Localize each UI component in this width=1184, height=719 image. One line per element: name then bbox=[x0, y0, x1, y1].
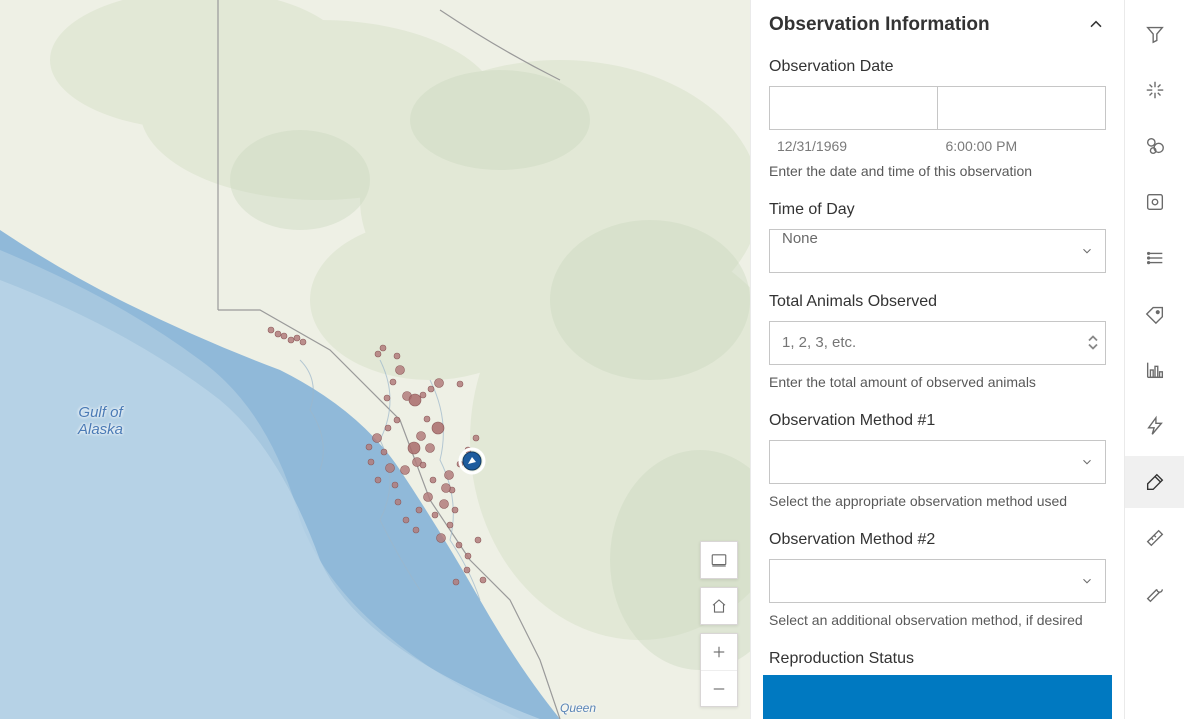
helper-total-animals: Enter the total amount of observed anima… bbox=[769, 373, 1106, 392]
label-repro-status: Reproduction Status bbox=[769, 650, 1106, 667]
field-method-2: Observation Method #2 Select an addition… bbox=[769, 531, 1106, 630]
zoom-in-button[interactable] bbox=[701, 634, 737, 670]
rail-detail-button[interactable] bbox=[1125, 176, 1184, 228]
section-header-observation-info[interactable]: Observation Information bbox=[769, 0, 1106, 38]
label-time-of-day: Time of Day bbox=[769, 201, 1106, 219]
helper-method-2: Select an additional observation method,… bbox=[769, 611, 1106, 630]
label-observation-date: Observation Date bbox=[769, 58, 1106, 76]
rail-labels-button[interactable] bbox=[1125, 288, 1184, 340]
selected-observation-marker[interactable] bbox=[460, 449, 484, 473]
helper-method-1: Select the appropriate observation metho… bbox=[769, 492, 1106, 511]
total-animals-input[interactable] bbox=[769, 321, 1106, 365]
rail-legend-button[interactable] bbox=[1125, 232, 1184, 284]
rail-layers-button[interactable] bbox=[1125, 120, 1184, 172]
home-extent-button[interactable] bbox=[701, 588, 737, 624]
collapse-icon[interactable] bbox=[1086, 15, 1106, 35]
tool-rail bbox=[1124, 0, 1184, 719]
observation-time-hint: 6:00:00 PM bbox=[938, 138, 1107, 154]
method-2-select[interactable] bbox=[769, 559, 1106, 603]
rail-settings-button[interactable] bbox=[1125, 568, 1184, 620]
helper-observation-date: Enter the date and time of this observat… bbox=[769, 162, 1106, 181]
rail-edit-button[interactable] bbox=[1125, 456, 1184, 508]
basemap-gallery-button[interactable] bbox=[701, 542, 737, 578]
section-title: Observation Information bbox=[769, 14, 990, 36]
label-method-1: Observation Method #1 bbox=[769, 412, 1106, 430]
observation-form-panel: Observation Information Observation Date… bbox=[750, 0, 1124, 719]
rail-measure-button[interactable] bbox=[1125, 512, 1184, 564]
map-label-gulf-of-alaska: Gulf of Alaska bbox=[78, 405, 123, 438]
observation-time-input[interactable] bbox=[937, 86, 1106, 130]
map-pane[interactable]: Gulf of Alaska Queen bbox=[0, 0, 750, 719]
method-1-select[interactable] bbox=[769, 440, 1106, 484]
observation-date-hint: 12/31/1969 bbox=[769, 138, 938, 154]
map-tool-stack bbox=[700, 541, 738, 707]
field-observation-date: Observation Date 12/31/1969 6:00:00 PM E… bbox=[769, 58, 1106, 181]
field-time-of-day: Time of Day None bbox=[769, 201, 1106, 273]
app-root: Gulf of Alaska Queen bbox=[0, 0, 1184, 719]
rail-filter-button[interactable] bbox=[1125, 8, 1184, 60]
map-label-queen: Queen bbox=[560, 702, 596, 715]
label-method-2: Observation Method #2 bbox=[769, 531, 1106, 549]
field-repro-status: Reproduction Status bbox=[769, 650, 1106, 667]
rail-chart-button[interactable] bbox=[1125, 344, 1184, 396]
number-spinner[interactable] bbox=[1086, 335, 1100, 350]
rail-actions-button[interactable] bbox=[1125, 400, 1184, 452]
rail-smart-button[interactable] bbox=[1125, 64, 1184, 116]
field-method-1: Observation Method #1 Select the appropr… bbox=[769, 412, 1106, 511]
base-map bbox=[0, 0, 750, 719]
label-total-animals: Total Animals Observed bbox=[769, 293, 1106, 311]
field-total-animals: Total Animals Observed Enter the total a… bbox=[769, 293, 1106, 392]
zoom-out-button[interactable] bbox=[701, 670, 737, 706]
submit-button[interactable]: Submit bbox=[763, 675, 1112, 719]
observation-date-input[interactable] bbox=[769, 86, 937, 130]
time-of-day-select[interactable]: None bbox=[769, 229, 1106, 273]
